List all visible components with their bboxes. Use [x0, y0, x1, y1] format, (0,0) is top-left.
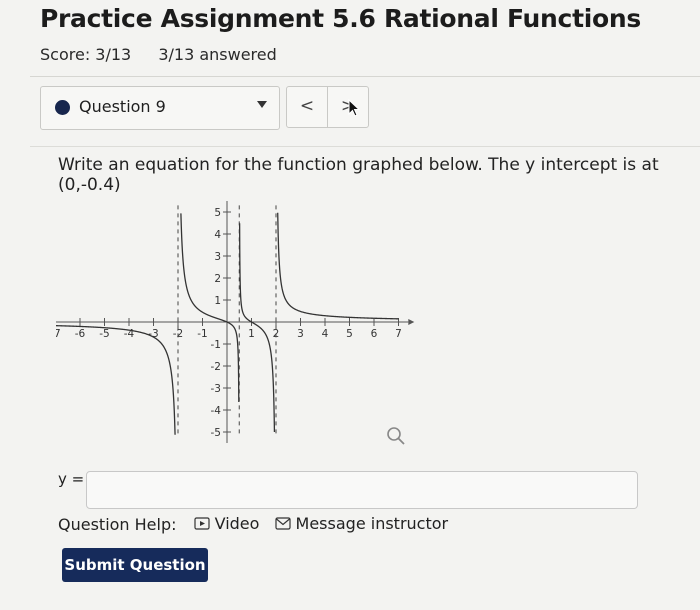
x-tick-label: -1	[197, 328, 207, 340]
x-axis-arrow-right	[408, 319, 415, 325]
x-tick-label: 5	[346, 328, 353, 340]
submit-question-button[interactable]: Submit Question	[62, 548, 208, 582]
video-link[interactable]: Video	[194, 514, 260, 533]
curve-center-branch	[238, 223, 276, 433]
x-tick-label: 6	[371, 328, 378, 340]
y-tick-label: 2	[214, 273, 221, 285]
header-divider	[30, 76, 700, 77]
y-tick-label: 5	[214, 207, 221, 219]
question-help-label: Question Help:	[58, 515, 177, 534]
y-tick-label: 4	[214, 229, 221, 241]
message-instructor-label: Message instructor	[295, 514, 449, 533]
x-tick-label: 3	[297, 328, 304, 340]
page-title: Practice Assignment 5.6 Rational Functio…	[40, 4, 641, 33]
score-text: Score: 3/13	[40, 45, 132, 64]
answer-label: y =	[58, 470, 85, 488]
zoom-icon[interactable]	[385, 425, 407, 447]
x-tick-label: -3	[148, 328, 158, 340]
answered-text: 3/13 answered	[158, 45, 277, 64]
envelope-icon	[274, 517, 291, 530]
question-selector[interactable]: Question 9	[40, 86, 280, 130]
question-help: Question Help: Video Message instructor	[58, 514, 458, 534]
curve-right-branch	[277, 212, 399, 320]
section-divider	[30, 146, 700, 147]
x-tick-label: -6	[75, 328, 86, 340]
video-link-label: Video	[214, 514, 260, 533]
y-tick-label: -2	[211, 361, 221, 373]
chevron-down-icon	[257, 101, 267, 108]
x-tick-label: -5	[99, 328, 109, 340]
message-instructor-link[interactable]: Message instructor	[274, 514, 449, 533]
video-icon	[194, 517, 210, 530]
x-tick-label: 1	[248, 328, 255, 340]
score-row: Score: 3/13 3/13 answered	[40, 45, 299, 64]
function-graph: -7-6-5-4-3-2-1123456754321-1-2-3-4-5	[56, 201, 415, 443]
x-tick-label: 7	[395, 328, 402, 340]
y-tick-label: 3	[214, 251, 221, 263]
y-tick-label: -3	[211, 383, 221, 395]
curve-middle-branch	[180, 213, 240, 402]
y-tick-label: -1	[211, 339, 221, 351]
y-tick-label: -4	[211, 405, 222, 417]
question-selector-label: Question 9	[79, 97, 166, 116]
answer-input[interactable]	[86, 471, 638, 509]
y-tick-label: 1	[214, 295, 221, 307]
curve-left-branch	[56, 325, 176, 435]
mouse-cursor-icon	[348, 99, 360, 117]
previous-question-button[interactable]: <	[286, 86, 328, 128]
y-tick-label: -5	[211, 427, 221, 439]
x-tick-label: -7	[56, 328, 61, 340]
question-status-dot	[55, 100, 70, 115]
x-tick-label: 4	[322, 328, 329, 340]
